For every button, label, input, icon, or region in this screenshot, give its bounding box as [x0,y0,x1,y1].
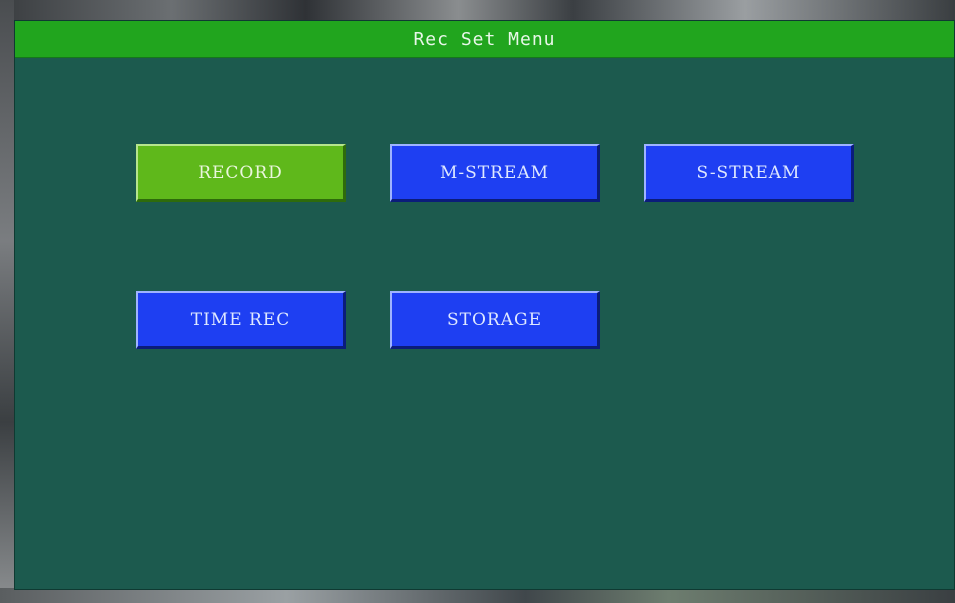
dvr-screen: Rec Set Menu RECORD M-STREAM S-STREAM TI… [0,0,955,603]
menu-title: Rec Set Menu [413,28,556,50]
rec-set-menu-window: Rec Set Menu RECORD M-STREAM S-STREAM TI… [14,20,955,590]
storage-button[interactable]: STORAGE [390,291,600,349]
time-rec-button[interactable]: TIME REC [136,291,346,349]
camera-feed-background [0,0,14,603]
camera-feed-background-bottom [0,588,955,603]
s-stream-button[interactable]: S-STREAM [644,144,854,202]
menu-title-bar: Rec Set Menu [15,21,954,58]
record-button[interactable]: RECORD [136,144,346,202]
m-stream-button[interactable]: M-STREAM [390,144,600,202]
